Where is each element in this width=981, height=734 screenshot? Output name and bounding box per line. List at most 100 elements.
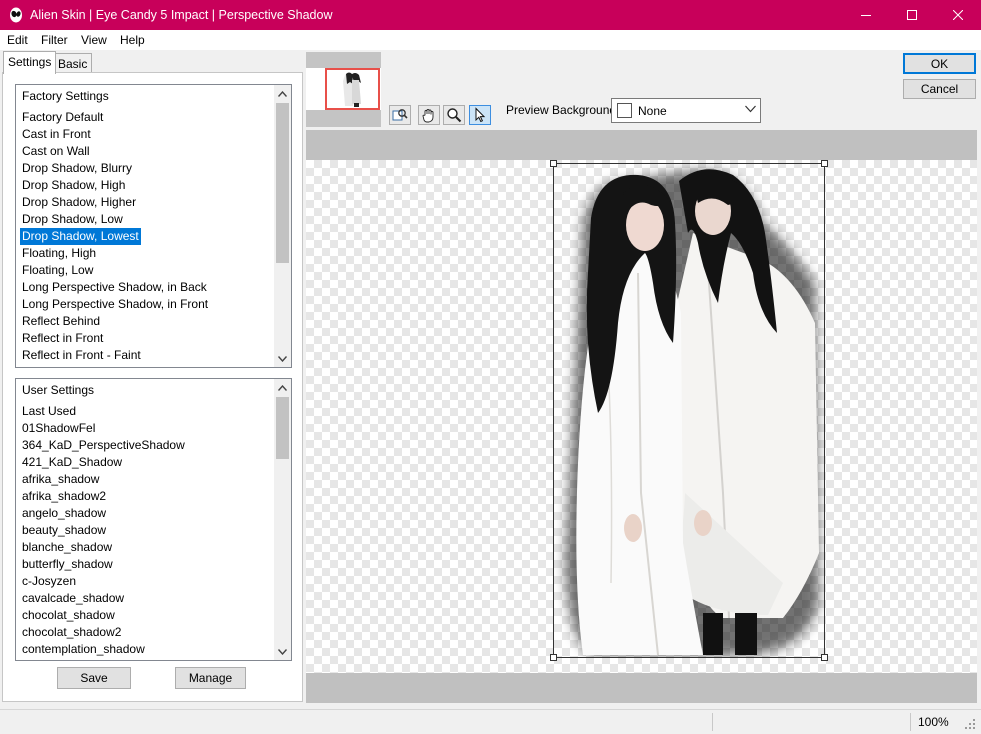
list-item-label: blanche_shadow	[22, 540, 113, 554]
user-settings-header: User Settings	[22, 383, 95, 397]
list-item[interactable]: afrika_shadow	[20, 471, 187, 488]
hand-tool-button[interactable]	[418, 105, 440, 125]
user-settings-items: Last Used 01ShadowFel 364_KaD_PerspectiveS…	[20, 403, 187, 658]
manage-button[interactable]: Manage	[175, 667, 246, 689]
list-item-label: angelo_shadow	[22, 506, 107, 520]
list-item[interactable]: Long Perspective Shadow, in Back	[20, 279, 210, 296]
list-item[interactable]: butterfly_shadow	[20, 556, 187, 573]
background-swatch	[617, 103, 632, 118]
menu-bar: Edit Filter View Help	[0, 30, 981, 50]
scroll-down-icon[interactable]	[274, 350, 291, 367]
preview-navigator[interactable]	[306, 52, 381, 127]
navigator-thumbnail[interactable]	[325, 68, 380, 110]
list-item[interactable]: blanche_shadow	[20, 539, 187, 556]
list-item[interactable]: cavalcade_shadow	[20, 590, 187, 607]
list-item[interactable]: contemplation_shadow	[20, 641, 187, 658]
menu-view[interactable]: View	[81, 33, 107, 47]
scroll-up-icon[interactable]	[274, 85, 291, 102]
preview-canvas[interactable]	[306, 130, 977, 703]
list-item[interactable]: Drop Shadow, Lowest	[20, 228, 210, 245]
hand-icon	[422, 109, 434, 123]
transparency-checkerboard	[306, 160, 977, 673]
resize-handle[interactable]	[550, 654, 557, 661]
menu-help[interactable]: Help	[120, 33, 145, 47]
close-button[interactable]	[935, 0, 981, 30]
list-item-label: contemplation_shadow	[22, 642, 145, 656]
list-item[interactable]: Cast in Front	[20, 126, 210, 143]
user-scroll-thumb[interactable]	[276, 397, 289, 459]
list-item-label: Drop Shadow, High	[22, 178, 126, 192]
selection-rectangle[interactable]	[553, 163, 825, 658]
maximize-button[interactable]	[889, 0, 935, 30]
list-item-label: Drop Shadow, Lowest	[20, 228, 141, 245]
list-item[interactable]: Last Used	[20, 403, 187, 420]
ok-button[interactable]: OK	[903, 53, 976, 74]
minimize-button[interactable]	[843, 0, 889, 30]
list-item[interactable]: Drop Shadow, Higher	[20, 194, 210, 211]
factory-scroll-thumb[interactable]	[276, 103, 289, 263]
resize-handle[interactable]	[821, 654, 828, 661]
preview-background-label: Preview Background:	[506, 103, 620, 117]
list-item[interactable]: Reflect Behind	[20, 313, 210, 330]
pointer-icon	[475, 107, 486, 123]
list-item-label: Reflect in Front	[22, 331, 104, 345]
tab-basic[interactable]: Basic	[53, 53, 93, 74]
list-item[interactable]: Drop Shadow, High	[20, 177, 210, 194]
zoom-icon	[447, 108, 462, 123]
list-item[interactable]: angelo_shadow	[20, 505, 187, 522]
list-item[interactable]: 01ShadowFel	[20, 420, 187, 437]
menu-filter[interactable]: Filter	[41, 33, 68, 47]
list-item-label: Long Perspective Shadow, in Back	[22, 280, 207, 294]
user-scrollbar[interactable]	[274, 379, 291, 660]
list-item[interactable]: Cast on Wall	[20, 143, 210, 160]
list-item[interactable]: beauty_shadow	[20, 522, 187, 539]
list-item-label: cavalcade_shadow	[22, 591, 125, 605]
zoom-tool-button[interactable]	[443, 105, 465, 125]
cancel-button[interactable]: Cancel	[903, 79, 976, 99]
list-item-label: chocolat_shadow	[22, 608, 115, 622]
list-item[interactable]: chocolat_shadow	[20, 607, 187, 624]
navigate-tool-button[interactable]	[389, 105, 411, 125]
user-settings-list[interactable]: User Settings Last Used 01ShadowFel 364_Ka…	[15, 378, 292, 661]
list-item-label: Drop Shadow, Low	[22, 212, 123, 226]
scroll-down-icon[interactable]	[274, 643, 291, 660]
list-item[interactable]: Reflect in Front - Faint	[20, 347, 210, 364]
list-item[interactable]: Long Perspective Shadow, in Front	[20, 296, 210, 313]
tab-settings[interactable]: Settings	[3, 51, 57, 74]
list-item[interactable]: c-Josyzen	[20, 573, 187, 590]
close-icon	[953, 10, 963, 20]
factory-settings-list[interactable]: Factory Settings Factory Default Cast in …	[15, 84, 292, 368]
list-item-label: 364_KaD_PerspectiveShadow	[22, 438, 185, 452]
menu-edit[interactable]: Edit	[7, 33, 28, 47]
preview-background-value: None	[638, 104, 667, 118]
list-item-label: Floating, Low	[22, 263, 94, 277]
factory-settings-header: Factory Settings	[22, 89, 109, 103]
list-item[interactable]: Floating, High	[20, 245, 210, 262]
preview-background-select[interactable]: None	[611, 98, 761, 123]
save-button[interactable]: Save	[57, 667, 131, 689]
window-title: Alien Skin | Eye Candy 5 Impact | Perspe…	[30, 8, 333, 22]
list-item[interactable]: Factory Default	[20, 109, 210, 126]
navigate-icon	[392, 109, 408, 121]
list-item[interactable]: 364_KaD_PerspectiveShadow	[20, 437, 187, 454]
list-item[interactable]: Drop Shadow, Low	[20, 211, 210, 228]
minimize-icon	[861, 15, 871, 16]
list-item[interactable]: chocolat_shadow2	[20, 624, 187, 641]
pointer-tool-button[interactable]	[469, 105, 491, 125]
list-item-label: c-Josyzen	[22, 574, 77, 588]
maximize-icon	[907, 10, 917, 20]
list-item[interactable]: Drop Shadow, Blurry	[20, 160, 210, 177]
zoom-level: 100%	[918, 715, 949, 729]
list-item-label: 01ShadowFel	[22, 421, 96, 435]
settings-panel: Factory Settings Factory Default Cast in …	[2, 72, 303, 702]
resize-handle[interactable]	[821, 160, 828, 167]
list-item[interactable]: afrika_shadow2	[20, 488, 187, 505]
list-item[interactable]: Reflect in Front	[20, 330, 210, 347]
list-item[interactable]: 421_KaD_Shadow	[20, 454, 187, 471]
resize-handle[interactable]	[550, 160, 557, 167]
scroll-up-icon[interactable]	[274, 379, 291, 396]
resize-grip-icon[interactable]	[964, 718, 976, 730]
list-item-label: afrika_shadow2	[22, 489, 107, 503]
list-item[interactable]: Floating, Low	[20, 262, 210, 279]
factory-scrollbar[interactable]	[274, 85, 291, 367]
